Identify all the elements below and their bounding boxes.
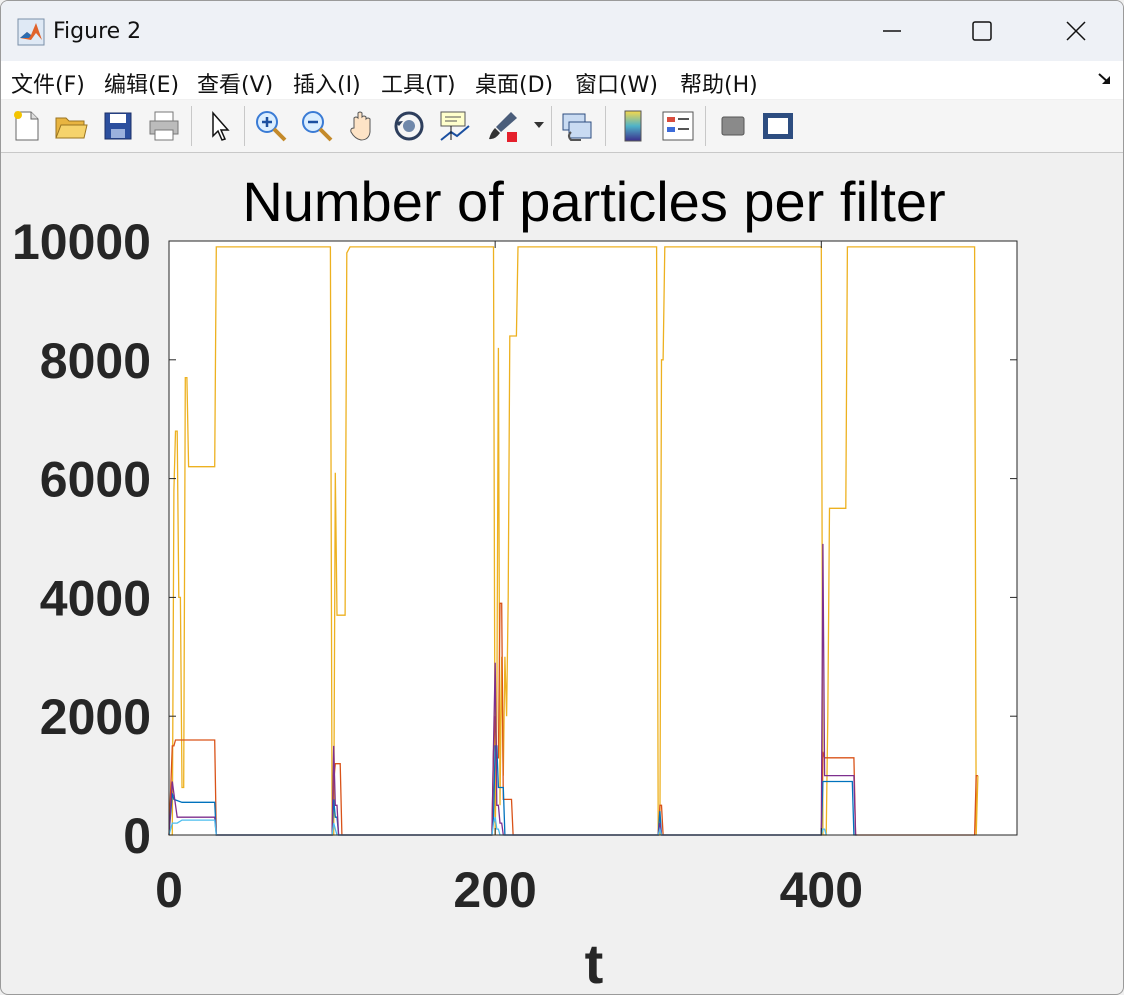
toolbar-separator	[551, 106, 552, 146]
zoom-in-icon[interactable]	[253, 108, 289, 144]
chart-title: Number of particles per filter	[242, 170, 945, 233]
open-file-icon[interactable]	[53, 108, 89, 144]
plot-area: 0 2000 4000 6000 8000 10000 0 200 400 Number of …	[1, 153, 1124, 995]
legend-icon[interactable]	[660, 108, 696, 144]
menu-help[interactable]: 帮助(H)	[680, 67, 758, 99]
zoom-out-icon[interactable]	[299, 108, 335, 144]
close-button[interactable]	[1053, 9, 1099, 53]
menu-desktop[interactable]: 桌面(D)	[475, 67, 553, 99]
menu-view[interactable]: 查看(V)	[197, 67, 273, 99]
menu-edit[interactable]: 编辑(E)	[104, 67, 179, 99]
data-cursor-icon[interactable]	[437, 108, 473, 144]
new-figure-icon[interactable]	[9, 108, 45, 144]
title-bar: Figure 2	[1, 1, 1123, 61]
menu-bar: 文件(F) 编辑(E) 查看(V) 插入(I) 工具(T) 桌面(D) 窗口(W…	[1, 61, 1123, 99]
dock-arrow-icon[interactable]	[1097, 71, 1113, 87]
menu-insert[interactable]: 插入(I)	[293, 67, 361, 99]
minimize-button[interactable]	[869, 9, 915, 53]
print-icon[interactable]	[146, 108, 182, 144]
y-tick-label: 4000	[40, 570, 151, 626]
save-icon[interactable]	[100, 108, 136, 144]
colorbar-icon[interactable]	[615, 108, 651, 144]
figure-toolbar	[1, 100, 1123, 153]
maximize-icon	[972, 21, 992, 41]
x-axis-label: t	[585, 932, 604, 995]
y-tick-label: 10000	[12, 214, 151, 270]
minimize-icon	[883, 30, 901, 32]
y-tick-label: 0	[123, 808, 151, 864]
x-tick-label: 0	[155, 862, 183, 918]
pan-hand-icon[interactable]	[345, 108, 381, 144]
toolbar-separator	[605, 106, 606, 146]
figure-window: Figure 2 文件(F) 编辑(E) 查看(V) 插入(I) 工具(T) 桌…	[0, 0, 1124, 995]
matlab-logo-icon	[17, 18, 45, 46]
toolbar-separator	[705, 106, 706, 146]
y-tick-label: 8000	[40, 333, 151, 389]
y-tick-label: 6000	[40, 452, 151, 508]
x-tick-label: 200	[453, 862, 536, 918]
x-tick-label: 400	[780, 862, 863, 918]
toolbar-separator	[191, 106, 192, 146]
brush-icon[interactable]	[485, 108, 521, 144]
menu-tools[interactable]: 工具(T)	[381, 67, 456, 99]
show-plot-tools-icon[interactable]	[760, 108, 796, 144]
line-chart[interactable]: 0 2000 4000 6000 8000 10000 0 200 400 Number of …	[1, 153, 1124, 995]
hide-plot-tools-icon[interactable]	[715, 108, 751, 144]
window-title: Figure 2	[53, 19, 142, 44]
link-plot-icon[interactable]	[559, 108, 595, 144]
axes-background	[169, 241, 1017, 835]
toolbar-separator	[244, 106, 245, 146]
chevron-down-icon[interactable]	[533, 120, 545, 130]
pointer-icon[interactable]	[203, 108, 239, 144]
maximize-button[interactable]	[959, 9, 1005, 53]
y-tick-label: 2000	[40, 689, 151, 745]
menu-file[interactable]: 文件(F)	[11, 67, 85, 99]
close-icon	[1066, 21, 1086, 41]
menu-window[interactable]: 窗口(W)	[575, 67, 658, 99]
rotate-3d-icon[interactable]	[391, 108, 427, 144]
